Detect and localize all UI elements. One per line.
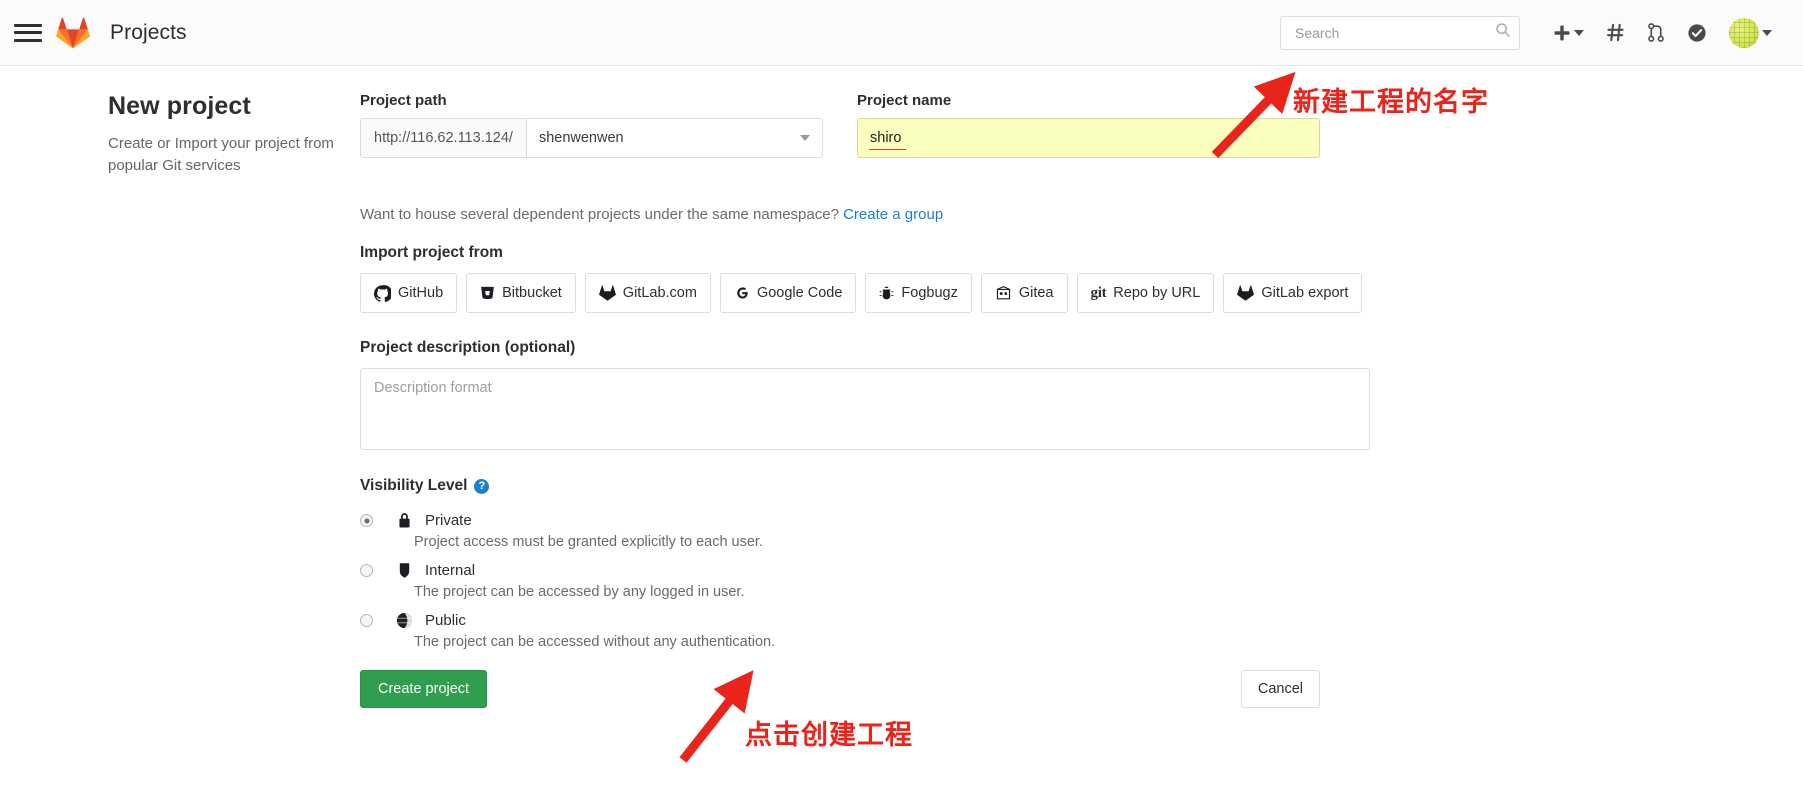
project-path-group: Project path http://116.62.113.124/ shen…	[360, 92, 823, 158]
radio-public[interactable]	[360, 614, 373, 627]
new-project-description: Create or Import your project from popul…	[108, 135, 334, 174]
import-bitbucket-button[interactable]: Bitbucket	[466, 273, 576, 313]
visibility-option-internal[interactable]: Internal The project can be accessed by …	[360, 562, 1320, 600]
form-actions: Create project Cancel	[360, 670, 1320, 708]
import-gitlab-com-button[interactable]: GitLab.com	[584, 273, 711, 313]
import-gitea-button[interactable]: Gitea	[980, 273, 1068, 313]
create-project-button[interactable]: Create project	[360, 670, 488, 708]
new-item-plus-icon[interactable]	[1542, 13, 1595, 53]
bitbucket-icon	[480, 285, 495, 301]
import-option-label: Google Code	[756, 285, 843, 301]
namespace-hint-text: Want to house several dependent projects…	[360, 206, 839, 223]
intro-column: New project Create or Import your projec…	[0, 92, 360, 708]
import-repo-by-url-button[interactable]: git Repo by URL	[1076, 273, 1215, 313]
visibility-option-name: Public	[425, 612, 466, 629]
visibility-option-head: Private	[360, 512, 1320, 529]
import-option-label: Fogbugz	[901, 285, 958, 301]
google-icon	[734, 285, 750, 301]
visibility-option-description: The project can be accessed without any …	[414, 634, 776, 650]
path-and-name-row: Project path http://116.62.113.124/ shen…	[360, 92, 1320, 158]
visibility-option-public[interactable]: Public The project can be accessed witho…	[360, 612, 1320, 650]
visibility-option-name: Internal	[425, 562, 476, 579]
page-body: New project Create or Import your projec…	[0, 66, 1803, 708]
import-github-button[interactable]: GitHub	[360, 273, 458, 313]
search-icon	[1495, 22, 1511, 43]
import-options-row: GitHub Bitbucket GitLab.com Google Code …	[360, 273, 1363, 313]
visibility-option-description: The project can be accessed by any logge…	[414, 584, 745, 600]
annotation-text-create: 点击创建工程	[745, 720, 913, 751]
lock-icon	[394, 512, 414, 529]
visibility-option-head: Public	[360, 612, 1320, 629]
issues-hash-icon[interactable]	[1595, 13, 1636, 53]
project-path-label: Project path	[360, 92, 447, 109]
form-column: Project path http://116.62.113.124/ shen…	[360, 92, 1380, 708]
todos-check-icon[interactable]	[1676, 13, 1718, 53]
gitlab-icon	[598, 285, 616, 301]
gitlab-logo-icon[interactable]	[56, 17, 90, 49]
namespace-hint: Want to house several dependent projects…	[360, 206, 1320, 223]
new-project-heading: New project	[108, 92, 251, 120]
project-name-group: Project name	[857, 92, 1320, 158]
chevron-down-icon	[800, 135, 810, 141]
visibility-option-head: Internal	[360, 562, 1320, 579]
avatar	[1729, 17, 1759, 48]
project-name-input[interactable]	[857, 118, 1320, 158]
visibility-level-title: Visibility Level ?	[360, 477, 1320, 495]
project-description-label: Project description (optional)	[360, 339, 576, 356]
top-navbar: Projects	[0, 0, 1803, 66]
project-name-input-shell	[857, 118, 1320, 158]
radio-internal[interactable]	[360, 564, 373, 577]
hamburger-icon[interactable]	[14, 22, 42, 44]
import-gitlab-export-button[interactable]: GitLab export	[1223, 273, 1363, 313]
shield-icon	[394, 562, 414, 579]
import-option-label: Repo by URL	[1113, 285, 1201, 301]
user-menu[interactable]	[1718, 13, 1783, 53]
import-project-label: Import project from	[360, 244, 503, 261]
radio-private[interactable]	[360, 514, 373, 527]
import-fogbugz-button[interactable]: Fogbugz	[865, 273, 972, 313]
project-path-input-group[interactable]: http://116.62.113.124/ shenwenwen	[360, 118, 823, 158]
merge-request-icon[interactable]	[1636, 13, 1676, 53]
visibility-option-description: Project access must be granted explicitl…	[414, 534, 763, 550]
globe-icon	[394, 612, 414, 629]
search-input[interactable]	[1293, 23, 1495, 42]
import-google-code-button[interactable]: Google Code	[719, 273, 857, 313]
help-icon[interactable]: ?	[474, 478, 490, 494]
namespace-value: shenwenwen	[538, 130, 624, 146]
navbar-left-group: Projects	[14, 17, 187, 49]
import-option-label: Bitbucket	[502, 285, 562, 301]
project-name-label: Project name	[857, 92, 952, 109]
chevron-down-icon	[1574, 29, 1584, 36]
import-option-label: Gitea	[1018, 285, 1054, 301]
create-a-group-link[interactable]: Create a group	[843, 206, 943, 223]
visibility-level-label: Visibility Level	[360, 477, 468, 494]
gitea-icon	[995, 285, 1012, 301]
search-box[interactable]	[1280, 15, 1520, 50]
page-title: Projects	[110, 20, 187, 44]
github-icon	[374, 284, 391, 302]
git-text-icon: git	[1090, 284, 1107, 301]
visibility-option-private[interactable]: Private Project access must be granted e…	[360, 512, 1320, 550]
gitlab-icon	[1237, 285, 1255, 301]
visibility-options-list: Private Project access must be granted e…	[360, 512, 1320, 650]
import-option-label: GitLab export	[1261, 285, 1349, 301]
import-option-label: GitLab.com	[622, 285, 697, 301]
spellcheck-underline	[869, 149, 906, 150]
chevron-down-icon	[1762, 29, 1772, 36]
cancel-button[interactable]: Cancel	[1240, 670, 1320, 708]
import-option-label: GitHub	[398, 285, 444, 301]
visibility-option-name: Private	[425, 512, 472, 529]
namespace-select[interactable]: shenwenwen	[527, 119, 822, 157]
navbar-right-group	[1280, 13, 1783, 53]
path-prefix: http://116.62.113.124/	[361, 119, 527, 157]
bug-icon	[879, 285, 894, 301]
project-description-textarea[interactable]	[360, 368, 1370, 450]
